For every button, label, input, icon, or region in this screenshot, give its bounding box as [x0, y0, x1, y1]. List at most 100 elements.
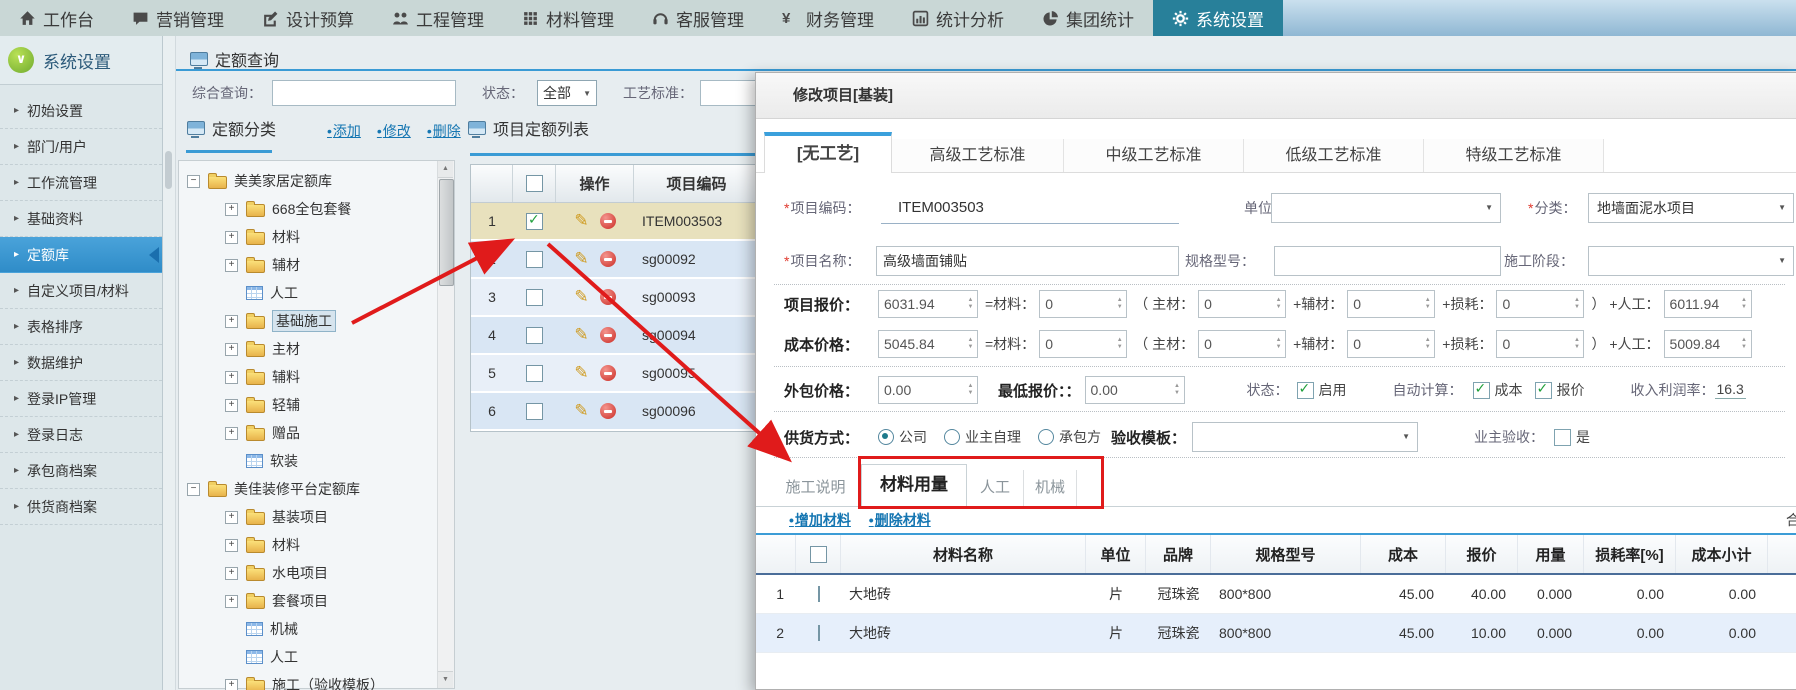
plus-expander-icon[interactable]: [225, 511, 238, 524]
tree-node-套餐项目[interactable]: 套餐项目: [179, 587, 437, 615]
nav-item-统计分析[interactable]: 统计分析: [893, 0, 1023, 36]
select-all-checkbox[interactable]: [526, 175, 543, 192]
minus-expander-icon[interactable]: [187, 175, 200, 188]
unit-select[interactable]: ▼: [1271, 193, 1501, 223]
sidebar-item-部门/用户[interactable]: ▸部门/用户: [0, 129, 162, 165]
modify-category-link[interactable]: 修改: [377, 121, 411, 141]
nav-item-财务管理[interactable]: ¥财务管理: [763, 0, 893, 36]
plus-expander-icon[interactable]: [225, 679, 238, 690]
quota-row-sg00096[interactable]: 6sg00096: [471, 393, 761, 429]
tree-node-668全包套餐[interactable]: 668全包套餐: [179, 195, 437, 223]
minus-expander-icon[interactable]: [187, 483, 200, 496]
spinner-arrows-icon[interactable]: ▲▼: [1738, 331, 1751, 357]
material-row-checkbox[interactable]: [818, 625, 820, 641]
spinner-arrows-icon[interactable]: ▲▼: [1171, 377, 1184, 403]
edit-pencil-icon[interactable]: [574, 365, 588, 381]
tree-scrollbar[interactable]: ▲ ▼: [437, 161, 454, 688]
sidebar-item-工作流管理[interactable]: ▸工作流管理: [0, 165, 162, 201]
edit-pencil-icon[interactable]: [574, 403, 588, 419]
spinner-arrows-icon[interactable]: ▲▼: [1113, 291, 1126, 317]
combo-query-input[interactable]: [272, 80, 456, 106]
sidebar-item-供货商档案[interactable]: ▸供货商档案: [0, 489, 162, 525]
status-select[interactable]: 全部 ▼: [537, 80, 597, 106]
tree-node-辅料[interactable]: 辅料: [179, 363, 437, 391]
tree-node-轻辅[interactable]: 轻辅: [179, 391, 437, 419]
sidebar-item-登录IP管理[interactable]: ▸登录IP管理: [0, 381, 162, 417]
spinner-arrows-icon[interactable]: ▲▼: [1738, 291, 1751, 317]
delete-minus-icon[interactable]: [600, 213, 616, 229]
spinner-arrows-icon[interactable]: ▲▼: [964, 377, 977, 403]
quota-row-sg00094[interactable]: 4sg00094: [471, 317, 761, 353]
process-tab-中级工艺标准[interactable]: 中级工艺标准: [1064, 139, 1244, 172]
quota-row-sg00092[interactable]: 2sg00092: [471, 241, 761, 277]
enabled-checkbox[interactable]: [1297, 382, 1314, 399]
tree-node-美佳装修平台定额库[interactable]: 美佳装修平台定额库: [179, 475, 437, 503]
sidebar-item-表格排序[interactable]: ▸表格排序: [0, 309, 162, 345]
sidebar-item-定额库[interactable]: ▸定额库: [0, 237, 162, 273]
spinner-arrows-icon[interactable]: ▲▼: [1570, 331, 1583, 357]
owner-accept-checkbox[interactable]: [1554, 429, 1571, 446]
row-checkbox[interactable]: [526, 327, 543, 344]
price-segment-input[interactable]: 0▲▼: [1496, 290, 1584, 318]
price-segment-input[interactable]: 0▲▼: [1039, 330, 1127, 358]
material-row-checkbox[interactable]: [818, 586, 820, 602]
detail-tab-施工说明[interactable]: 施工说明: [771, 470, 861, 506]
supply-radio-业主自理[interactable]: [944, 429, 960, 445]
edit-pencil-icon[interactable]: [574, 251, 588, 267]
spinner-arrows-icon[interactable]: ▲▼: [964, 291, 977, 317]
plus-expander-icon[interactable]: [225, 315, 238, 328]
edit-pencil-icon[interactable]: [574, 213, 588, 229]
tree-node-施工（验收模板）[interactable]: 施工（验收模板）: [179, 671, 437, 690]
price-segment-input[interactable]: 0▲▼: [1198, 330, 1286, 358]
process-tab-低级工艺标准[interactable]: 低级工艺标准: [1244, 139, 1424, 172]
detail-tab-机械[interactable]: 机械: [1024, 470, 1077, 506]
sidebar-item-承包商档案[interactable]: ▸承包商档案: [0, 453, 162, 489]
spinner-arrows-icon[interactable]: ▲▼: [964, 331, 977, 357]
plus-expander-icon[interactable]: [225, 567, 238, 580]
supply-radio-公司[interactable]: [878, 429, 894, 445]
delete-minus-icon[interactable]: [600, 403, 616, 419]
process-tab-高级工艺标准[interactable]: 高级工艺标准: [892, 139, 1064, 172]
stage-select[interactable]: ▼: [1588, 246, 1794, 276]
plus-expander-icon[interactable]: [225, 371, 238, 384]
row-checkbox[interactable]: [526, 251, 543, 268]
add-material-link[interactable]: 增加材料: [789, 512, 851, 528]
price-segment-input[interactable]: 0▲▼: [1347, 330, 1435, 358]
row-checkbox[interactable]: [526, 365, 543, 382]
tree-node-基装项目[interactable]: 基装项目: [179, 503, 437, 531]
nav-item-营销管理[interactable]: 营销管理: [113, 0, 243, 36]
outsource-price-input[interactable]: 0.00▲▼: [878, 376, 978, 404]
process-tab-[无工艺][interactable]: [无工艺]: [764, 132, 892, 173]
detail-tab-人工[interactable]: 人工: [967, 470, 1024, 506]
row-checkbox[interactable]: [526, 289, 543, 306]
price-total-input[interactable]: 5045.84▲▼: [878, 330, 978, 358]
delete-minus-icon[interactable]: [600, 289, 616, 305]
material-row-2[interactable]: 2大地砖片冠珠瓷800*80045.0010.000.0000.000.00: [756, 614, 1796, 653]
plus-expander-icon[interactable]: [225, 343, 238, 356]
nav-item-客服管理[interactable]: 客服管理: [633, 0, 763, 36]
plus-expander-icon[interactable]: [225, 259, 238, 272]
delete-minus-icon[interactable]: [600, 327, 616, 343]
item-name-input[interactable]: [876, 246, 1179, 276]
spinner-arrows-icon[interactable]: ▲▼: [1570, 291, 1583, 317]
nav-item-工作台[interactable]: 工作台: [0, 0, 113, 36]
min-quote-input[interactable]: 0.00▲▼: [1085, 376, 1185, 404]
nav-item-集团统计[interactable]: 集团统计: [1023, 0, 1153, 36]
row-checkbox[interactable]: [526, 213, 543, 230]
edit-pencil-icon[interactable]: [574, 327, 588, 343]
tree-node-材料[interactable]: 材料: [179, 223, 437, 251]
material-row-1[interactable]: 1大地砖片冠珠瓷800*80045.0040.000.0000.000.00: [756, 575, 1796, 614]
detail-tab-材料用量[interactable]: 材料用量: [861, 464, 967, 507]
spinner-arrows-icon[interactable]: ▲▼: [1272, 331, 1285, 357]
spinner-arrows-icon[interactable]: ▲▼: [1113, 331, 1126, 357]
plus-expander-icon[interactable]: [225, 231, 238, 244]
spec-input[interactable]: [1274, 246, 1501, 276]
nav-item-工程管理[interactable]: 工程管理: [373, 0, 503, 36]
sidebar-item-基础资料[interactable]: ▸基础资料: [0, 201, 162, 237]
plus-expander-icon[interactable]: [225, 595, 238, 608]
tree-node-软装[interactable]: 软装: [179, 447, 437, 475]
scroll-up-icon[interactable]: ▲: [438, 161, 453, 178]
tree-node-人工[interactable]: 人工: [179, 279, 437, 307]
plus-expander-icon[interactable]: [225, 203, 238, 216]
tree-node-人工[interactable]: 人工: [179, 643, 437, 671]
